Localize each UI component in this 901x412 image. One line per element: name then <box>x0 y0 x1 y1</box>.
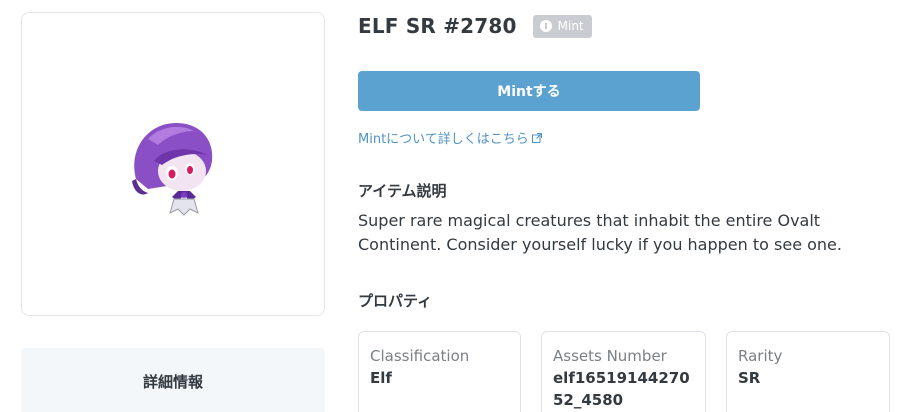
property-value: Elf <box>370 369 392 387</box>
item-description: Super rare magical creatures that inhabi… <box>358 211 842 254</box>
external-link-icon <box>531 132 542 143</box>
property-value: SR <box>738 369 761 387</box>
property-card-assets-number: Assets Number elf1651914427052_4580 <box>541 331 706 412</box>
mint-badge-label: Mint <box>557 19 584 33</box>
mint-info-link-label: Mintについて詳しくはこちら <box>358 132 529 147</box>
description-heading: アイテム説明 <box>358 182 447 200</box>
property-label: Rarity <box>738 347 783 365</box>
property-card-classification: Classification Elf <box>358 331 521 412</box>
title-row: ELF SR #2780 Mint <box>358 14 592 38</box>
elf-character-image <box>132 123 213 216</box>
mint-button[interactable]: Mintする <box>358 71 700 111</box>
details-panel[interactable]: 詳細情報 <box>21 348 325 412</box>
properties-heading: プロパティ <box>358 292 433 310</box>
property-card-rarity: Rarity SR <box>726 331 890 412</box>
item-image-card <box>21 12 325 316</box>
mint-info-link[interactable]: Mintについて詳しくはこちら <box>358 128 542 147</box>
property-value: elf1651914427052_4580 <box>553 369 690 409</box>
info-icon <box>539 20 552 32</box>
mint-status-badge: Mint <box>532 14 592 38</box>
property-label: Assets Number <box>553 347 667 365</box>
item-detail-page: 詳細情報 ELF SR #2780 Mint Mintする Mintについて詳し… <box>0 0 901 412</box>
item-title: ELF SR #2780 <box>358 14 517 38</box>
details-label: 詳細情報 <box>142 372 203 391</box>
property-label: Classification <box>370 347 470 365</box>
